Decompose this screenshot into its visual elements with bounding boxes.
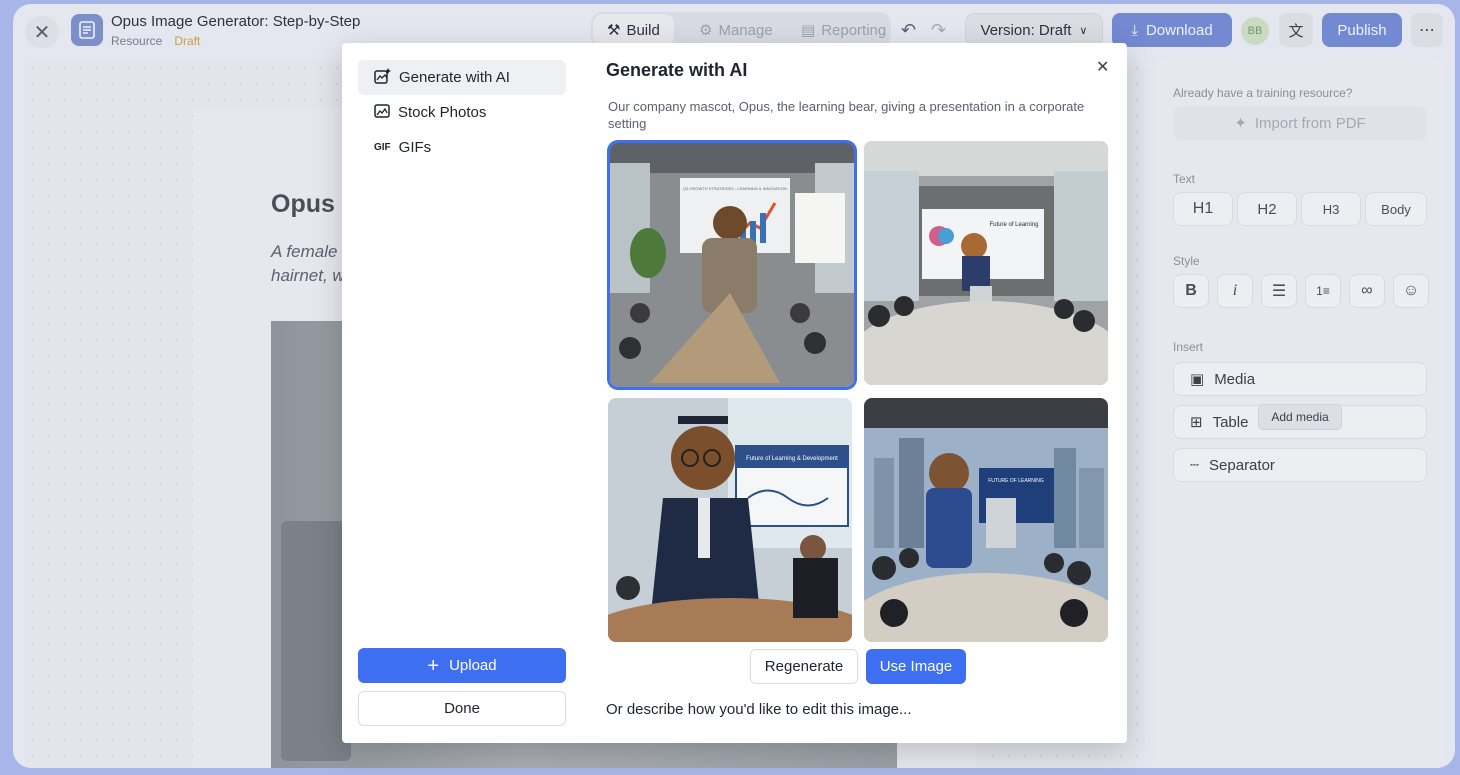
slide-title-2: Future of Learning — [989, 222, 1038, 228]
h2-button[interactable]: H2 — [1237, 192, 1297, 226]
insert-separator-button[interactable]: ┄ Separator — [1173, 448, 1427, 482]
slide-title-3: Future of Learning & Development — [746, 456, 838, 462]
sparkle-icon: ✦ — [1234, 115, 1247, 132]
clipboard-icon: ▤ — [801, 22, 816, 39]
link-icon[interactable]: ∞ — [1349, 274, 1385, 308]
download-button[interactable]: ⤓ Download — [1112, 13, 1232, 47]
translate-icon[interactable]: 文 — [1279, 13, 1313, 47]
h1-button[interactable]: H1 — [1173, 192, 1233, 226]
status-badge: Draft — [174, 34, 201, 48]
plus-icon: + — [427, 654, 440, 677]
redo-icon[interactable]: ↷ — [931, 20, 946, 41]
close-icon[interactable]: ✕ — [25, 16, 59, 48]
regenerate-button[interactable]: Regenerate — [750, 649, 858, 684]
insert-media-button[interactable]: ▣ Media — [1173, 362, 1427, 396]
document-description: A female hairnet, w — [271, 242, 345, 285]
document-heading: Opus I — [271, 190, 349, 218]
done-button[interactable]: Done — [358, 691, 566, 726]
publish-button[interactable]: Publish — [1322, 13, 1402, 47]
wrench-icon: ⚒ — [607, 22, 621, 39]
media-modal: Generate with AI Stock Photos GIF GIFs +… — [342, 43, 1127, 743]
import-hint: Already have a training resource? — [1173, 86, 1353, 100]
menu-gifs[interactable]: GIF GIFs — [358, 130, 566, 165]
numbered-list-icon[interactable]: 1≡ — [1305, 274, 1341, 308]
download-icon: ⤓ — [1131, 21, 1138, 39]
image-icon — [374, 103, 390, 122]
style-section-label: Style — [1173, 254, 1200, 268]
gif-icon: GIF — [374, 142, 391, 153]
slide-title-1: Q3 GROWTH STRATEGIES - LEARNING & INNOVA… — [683, 186, 787, 191]
use-image-button[interactable]: Use Image — [866, 649, 966, 684]
document-icon — [71, 14, 103, 46]
italic-icon[interactable]: i — [1217, 274, 1253, 308]
tab-build[interactable]: ⚒ Build — [593, 14, 674, 46]
close-icon[interactable]: ✕ — [1096, 57, 1109, 77]
h3-button[interactable]: H3 — [1301, 192, 1361, 226]
document-title: Opus Image Generator: Step-by-Step — [111, 13, 361, 30]
ai-image-icon — [374, 67, 391, 88]
resource-type: Resource — [111, 34, 163, 48]
prompt-text: Our company mascot, Opus, the learning b… — [608, 99, 1085, 131]
bullet-list-icon[interactable]: ☰ — [1261, 274, 1297, 308]
generated-image-1[interactable]: Q3 GROWTH STRATEGIES - LEARNING & INNOVA… — [610, 143, 854, 387]
upload-button[interactable]: + Upload — [358, 648, 566, 683]
generated-image-4[interactable]: FUTURE OF LEARNING — [864, 398, 1108, 642]
document-subtitle: Resource Draft — [111, 34, 200, 48]
undo-icon[interactable]: ↶ — [901, 20, 916, 41]
modal-title: Generate with AI — [606, 60, 748, 80]
slide-title-4: FUTURE OF LEARNING — [988, 478, 1044, 484]
separator-icon: ┄ — [1190, 457, 1200, 474]
version-select[interactable]: Version: Draft ∨ — [965, 13, 1103, 47]
edit-description-input[interactable] — [606, 697, 1096, 721]
import-pdf-button[interactable]: ✦ Import from PDF — [1173, 106, 1427, 140]
text-section-label: Text — [1173, 172, 1196, 186]
chevron-down-icon: ∨ — [1079, 24, 1088, 37]
more-options-icon[interactable]: ⋯ — [1411, 13, 1443, 47]
image-icon: ▣ — [1190, 371, 1205, 388]
insert-section-label: Insert — [1173, 340, 1204, 354]
menu-stock-photos[interactable]: Stock Photos — [358, 95, 566, 130]
gear-icon: ⚙ — [699, 22, 713, 39]
add-media-tooltip: Add media — [1258, 404, 1342, 430]
avatar[interactable]: BB — [1241, 17, 1269, 45]
bold-icon[interactable]: B — [1173, 274, 1209, 308]
body-button[interactable]: Body — [1365, 192, 1427, 226]
generated-image-3[interactable]: Future of Learning & Development — [608, 398, 852, 642]
menu-generate-ai[interactable]: Generate with AI — [358, 60, 566, 95]
emoji-icon[interactable]: ☺ — [1393, 274, 1429, 308]
generated-image-2[interactable]: Future of Learning — [864, 141, 1108, 385]
table-icon: ⊞ — [1190, 414, 1203, 431]
